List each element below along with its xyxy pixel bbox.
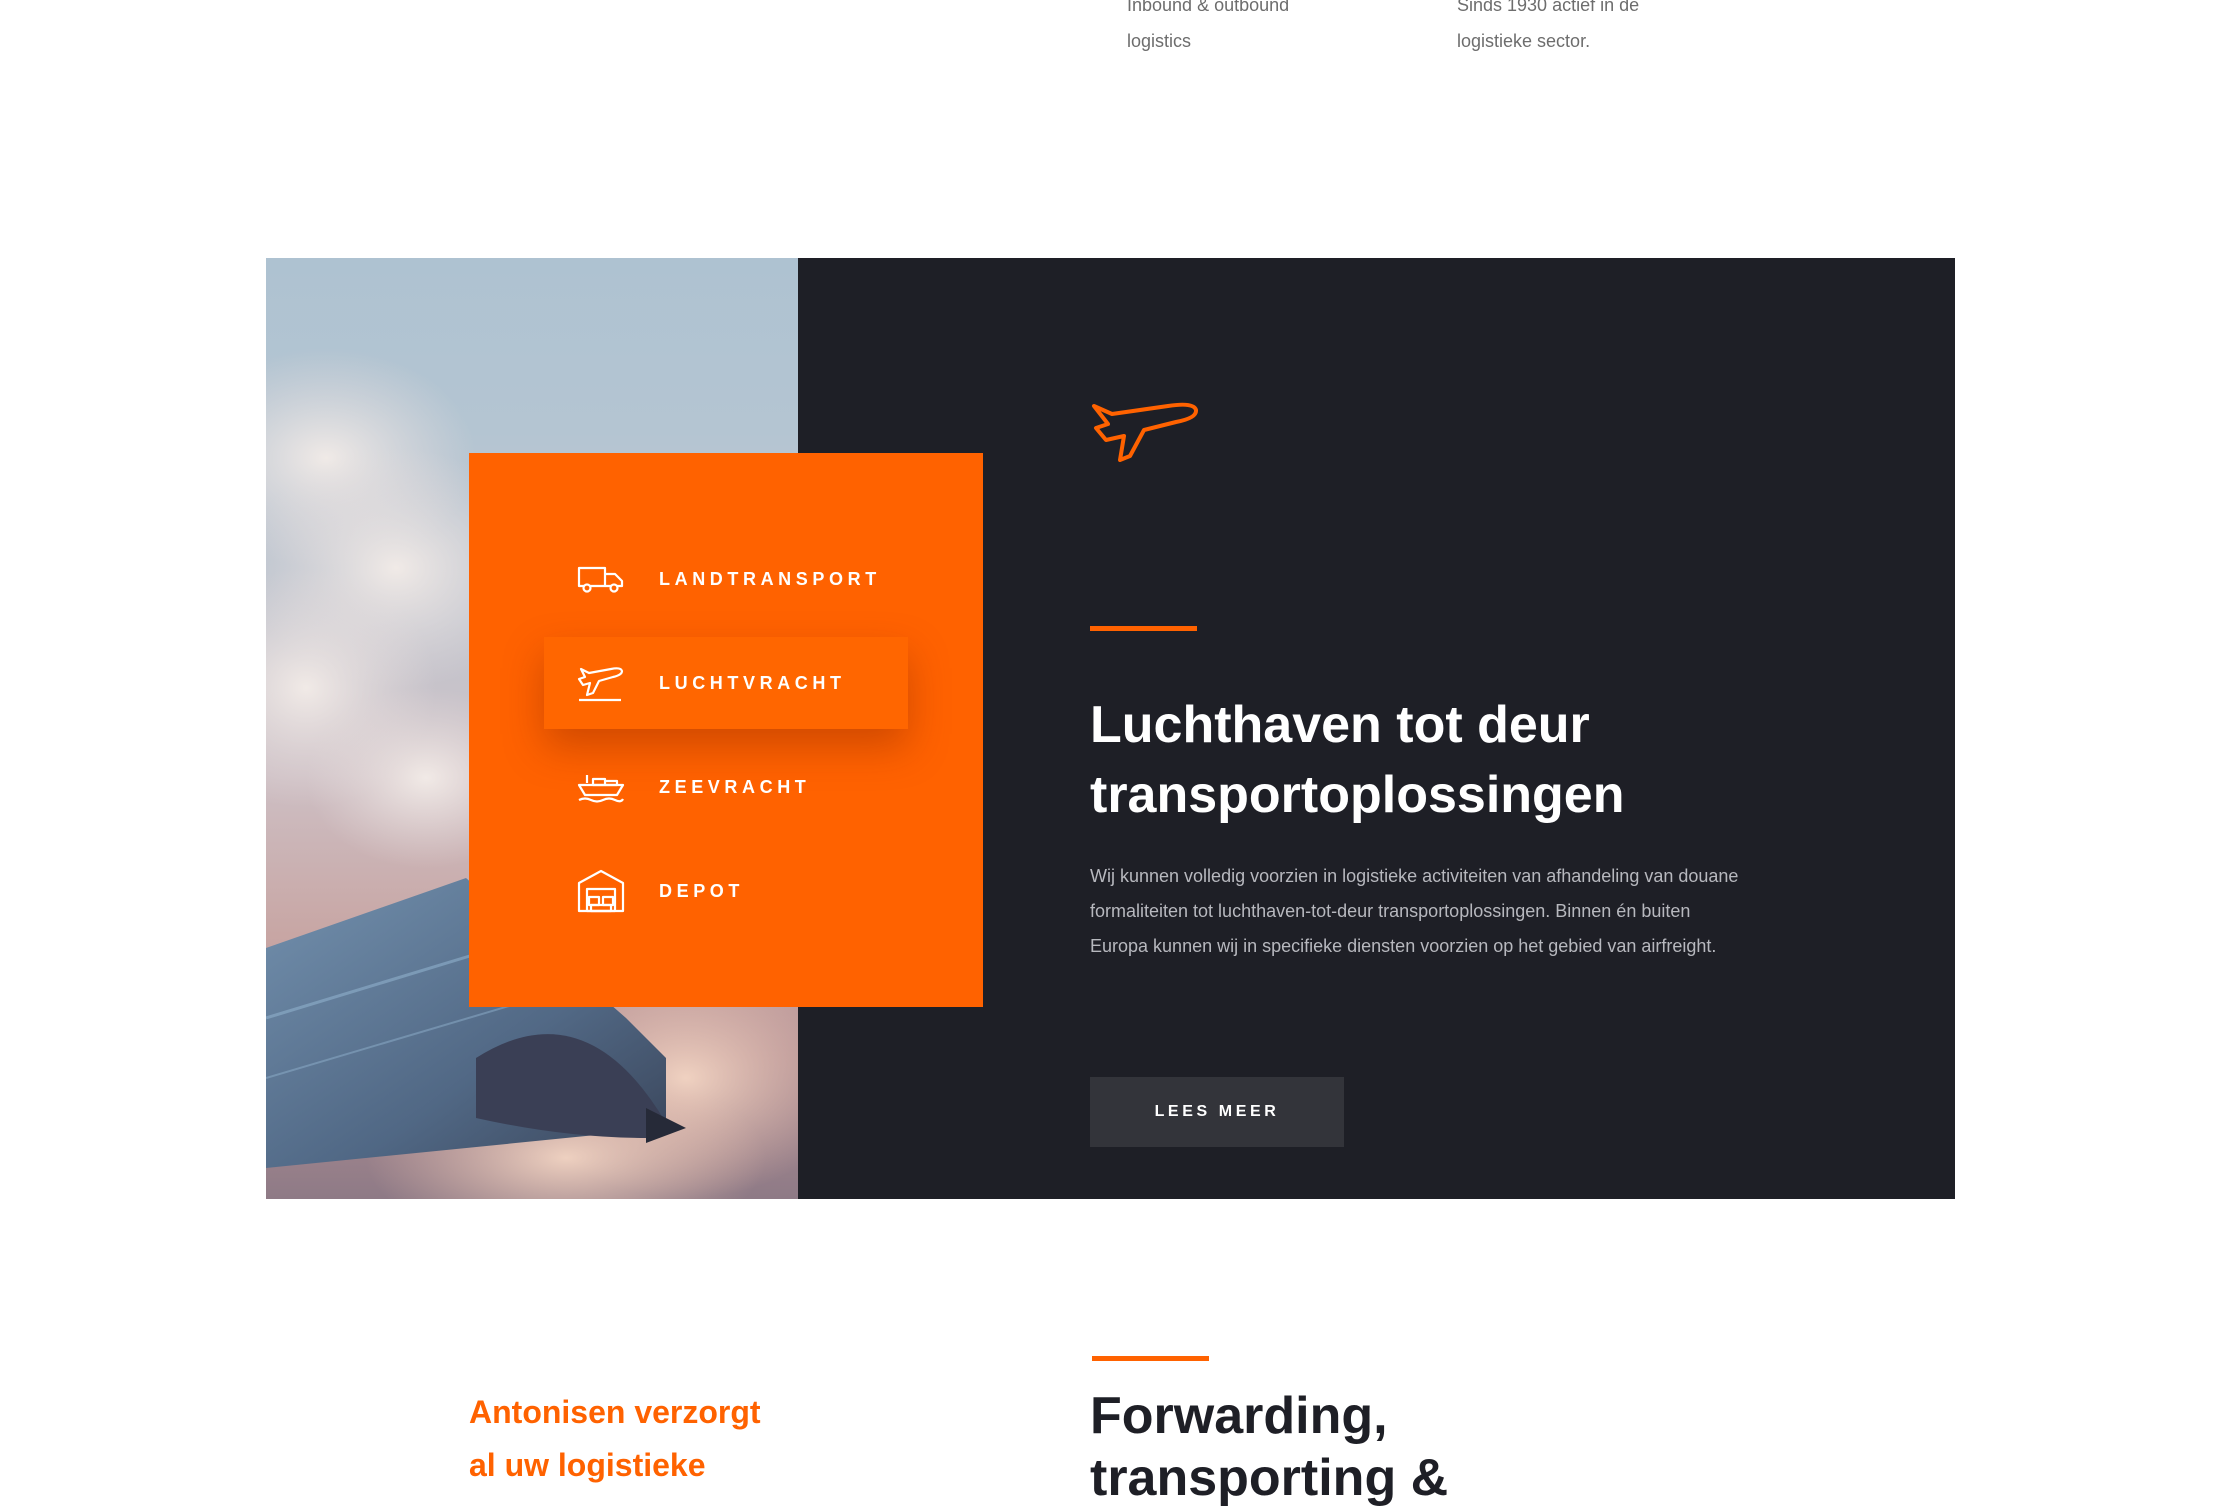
feature-line: logistics (1127, 31, 1192, 51)
section-description: Wij kunnen volledig voorzien in logistie… (1090, 866, 1739, 956)
service-label: DEPOT (659, 880, 745, 901)
feature-line: Inbound & outbound (1127, 0, 1290, 15)
warehouse-icon (573, 863, 629, 919)
tagline-line: Antonisen verzorgt (469, 1394, 761, 1430)
ship-icon (573, 759, 629, 815)
service-label: ZEEVRACHT (659, 776, 811, 797)
service-label: LANDTRANSPORT (659, 568, 881, 589)
heading-line: Forwarding, (1090, 1387, 1388, 1445)
services-section: LANDTRANSPORT LUCHTVRACHT ZEEVRACHT DEPO… (266, 258, 1955, 1199)
feature-line: Sinds 1930 actief in de (1457, 0, 1640, 15)
tagline-line: al uw logistieke (469, 1447, 706, 1483)
plane-icon (1090, 398, 1200, 467)
service-item-landtransport[interactable]: LANDTRANSPORT (544, 533, 908, 625)
plane-icon (573, 655, 629, 711)
accent-divider (1092, 1356, 1209, 1361)
feature-line: logistieke sector. (1457, 31, 1591, 51)
heading-line: transporting & (1090, 1449, 1449, 1507)
service-item-depot[interactable]: DEPOT (544, 845, 908, 937)
read-more-button[interactable]: LEES MEER (1090, 1077, 1344, 1147)
forwarding-heading: Forwarding, transporting & (1090, 1385, 1690, 1509)
feature-text-inbound: Inbound & outbound logistics (1127, 0, 1387, 59)
truck-icon (573, 551, 629, 607)
service-item-luchtvracht[interactable]: LUCHTVRACHT (544, 637, 908, 729)
heading-line: transportoplossingen (1090, 766, 1625, 824)
section-heading: Luchthaven tot deur transportoplossingen (1090, 690, 1790, 830)
service-item-zeevracht[interactable]: ZEEVRACHT (544, 741, 908, 833)
intro-tagline: Antonisen verzorgt al uw logistieke (469, 1386, 809, 1492)
services-menu: LANDTRANSPORT LUCHTVRACHT ZEEVRACHT DEPO… (469, 453, 983, 1007)
feature-text-since: Sinds 1930 actief in de logistieke secto… (1457, 0, 1717, 59)
service-label: LUCHTVRACHT (659, 672, 846, 693)
heading-line: Luchthaven tot deur (1090, 696, 1590, 754)
accent-divider (1090, 626, 1197, 631)
